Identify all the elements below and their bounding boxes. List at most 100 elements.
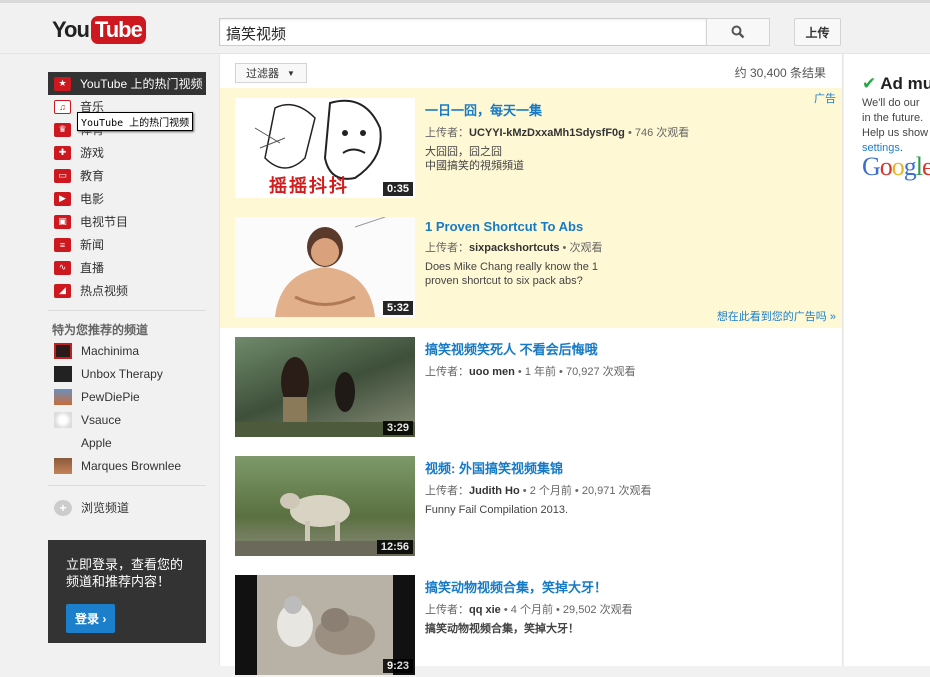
flame-icon: ◢ — [54, 283, 71, 298]
channel-avatar — [54, 342, 72, 359]
result-item[interactable]: 5:32 1 Proven Shortcut To Abs 上传者：sixpac… — [235, 217, 835, 319]
guide-item-tv[interactable]: ▣ 电视节目 — [48, 210, 206, 233]
channel-item-machinima[interactable]: Machinima — [48, 339, 206, 362]
video-thumbnail[interactable]: 9:23 — [235, 575, 415, 675]
result-count: 约 30,400 条结果 — [734, 66, 826, 80]
ad-text-line: in the future. — [862, 112, 924, 124]
guide-item-label: 电视节目 — [80, 215, 129, 229]
result-info: 一日一囧，每天一集 上传者：UCYYI-kMzDxxaMh1SdysfF0g •… — [425, 100, 835, 173]
guide-item-movies[interactable]: ▶ 电影 — [48, 187, 206, 210]
guide-item-education[interactable]: ▭ 教育 — [48, 164, 206, 187]
video-meta: 上传者：uoo men • 1 年前 • 70,927 次观看 — [425, 363, 835, 379]
guide-item-gaming[interactable]: ✚ 游戏 — [48, 141, 206, 164]
google-logo: Google — [862, 152, 930, 181]
video-stats: • 1 年前 • 70,927 次观看 — [517, 366, 636, 378]
logo-tube-text: Tube — [90, 16, 146, 44]
video-thumbnail[interactable]: 摇摇抖抖 0:35 — [235, 98, 415, 198]
uploader-prefix: 上传者： — [425, 366, 469, 378]
channel-label: Vsauce — [81, 412, 122, 427]
guide-sidebar: ★ YouTube 上的热门视频 ♫ 音乐 ♛ 体育 ✚ 游戏 ▭ 教育 ▶ 电… — [48, 72, 206, 519]
uploader-link[interactable]: sixpackshortcuts — [469, 242, 559, 254]
channel-item-pewdiepie[interactable]: PewDiePie — [48, 385, 206, 408]
youtube-popular-icon: ★ — [54, 76, 71, 91]
description-line: 中國搞笑的視頻頻道 — [425, 160, 524, 172]
headphones-icon: ♫ — [54, 99, 71, 114]
guide-divider — [48, 310, 206, 311]
channel-label: Apple — [81, 435, 112, 450]
uploader-link[interactable]: Judith Ho — [469, 485, 520, 497]
description-line: Does Mike Chang really know the 1 — [425, 261, 599, 273]
channel-item-marques-brownlee[interactable]: Marques Brownlee — [48, 454, 206, 477]
description-line: 大囧囧，囧之囧 — [425, 146, 502, 158]
youtube-logo[interactable]: You Tube — [52, 15, 146, 45]
signin-button[interactable]: 登录 › — [66, 604, 116, 633]
uploader-link[interactable]: uoo men — [469, 366, 515, 378]
ad-text-line: We'll do our — [862, 97, 920, 109]
result-info: 搞笑动物视频合集，笑掉大牙！ 上传者：qq xie • 4 个月前 • 29,5… — [425, 577, 835, 636]
uploader-link[interactable]: qq xie — [469, 604, 501, 616]
ad-text-line: Help us show — [862, 127, 929, 139]
video-duration: 0:35 — [382, 182, 413, 196]
video-title[interactable]: 搞笑视频笑死人 不看会后悔哦 — [425, 339, 835, 358]
guide-item-live[interactable]: ∿ 直播 — [48, 256, 206, 279]
guide-item-news[interactable]: ≡ 新闻 — [48, 233, 206, 256]
channel-item-unbox-therapy[interactable]: Unbox Therapy — [48, 362, 206, 385]
channel-avatar — [54, 457, 72, 474]
video-duration: 5:32 — [382, 301, 413, 315]
tv-icon: ▣ — [54, 214, 71, 229]
signin-text: 立即登录，查看您的频道和推荐内容！ — [66, 557, 184, 589]
search-input[interactable]: 搞笑视频 — [219, 18, 707, 46]
result-item[interactable]: 3:29 搞笑视频笑死人 不看会后悔哦 上传者：uoo men • 1 年前 •… — [235, 337, 835, 439]
result-item[interactable]: 摇摇抖抖 0:35 一日一囧，每天一集 上传者：UCYYI-kMzDxxaMh1… — [235, 98, 835, 200]
result-info: 搞笑视频笑死人 不看会后悔哦 上传者：uoo men • 1 年前 • 70,9… — [425, 339, 835, 384]
channel-label: PewDiePie — [81, 389, 140, 404]
video-title[interactable]: 视频: 外国搞笑视频集锦 — [425, 458, 835, 477]
channel-item-apple[interactable]: Apple — [48, 431, 206, 454]
guide-item-popular[interactable]: ★ YouTube 上的热门视频 — [48, 72, 206, 95]
recommended-heading: 特为您推荐的频道 — [52, 323, 149, 337]
apple-icon — [54, 435, 72, 451]
channel-avatar — [54, 365, 72, 382]
search-icon — [731, 25, 745, 39]
uploader-prefix: 上传者： — [425, 485, 469, 497]
video-description: 搞笑动物视频合集，笑掉大牙！ — [425, 622, 835, 636]
right-ad-column: ✔ Ad mu We'll do our in the future. Help … — [844, 54, 930, 666]
video-title[interactable]: 搞笑动物视频合集，笑掉大牙！ — [425, 577, 835, 596]
signin-promo: 立即登录，查看您的频道和推荐内容！ 登录 › — [48, 540, 206, 643]
filter-button[interactable]: 过滤器 ▼ — [235, 63, 307, 83]
guide-item-label: 电影 — [80, 192, 105, 206]
guide-item-trending[interactable]: ◢ 热点视频 — [48, 279, 206, 302]
search-button[interactable] — [706, 18, 770, 46]
video-meta: 上传者：Judith Ho • 2 个月前 • 20,971 次观看 — [425, 482, 835, 498]
ad-muted-heading: ✔ Ad mu — [862, 74, 930, 94]
description-line: Funny Fail Compilation 2013. — [425, 504, 569, 516]
newspaper-icon: ≡ — [54, 237, 71, 252]
channel-avatar — [54, 411, 72, 428]
upload-button[interactable]: 上传 — [794, 18, 841, 46]
channel-item-vsauce[interactable]: Vsauce — [48, 408, 206, 431]
trophy-icon: ♛ — [54, 122, 71, 137]
guide-item-label: 热点视频 — [80, 284, 129, 298]
book-icon: ▭ — [54, 168, 71, 183]
uploader-link[interactable]: UCYYI-kMzDxxaMh1SdysfF0g — [469, 127, 625, 139]
masthead: You Tube 搞笑视频 上传 — [0, 0, 930, 54]
video-thumbnail[interactable]: 5:32 — [235, 217, 415, 317]
video-description: Funny Fail Compilation 2013. — [425, 503, 835, 517]
film-icon: ▶ — [54, 191, 71, 206]
channel-label: Machinima — [81, 343, 140, 358]
search-results: 过滤器 ▼ 约 30,400 条结果 广告 想在此看到您的广告吗 » 摇摇抖抖 … — [219, 54, 843, 675]
uploader-prefix: 上传者： — [425, 604, 469, 616]
browse-channels-link[interactable]: + 浏览频道 — [48, 496, 206, 519]
video-thumbnail[interactable]: 3:29 — [235, 337, 415, 437]
video-duration: 3:29 — [382, 421, 413, 435]
video-title[interactable]: 1 Proven Shortcut To Abs — [425, 219, 835, 234]
result-item[interactable]: 9:23 搞笑动物视频合集，笑掉大牙！ 上传者：qq xie • 4 个月前 •… — [235, 575, 835, 677]
plus-icon: + — [54, 499, 72, 516]
caret-down-icon: ▼ — [287, 68, 295, 78]
video-title[interactable]: 一日一囧，每天一集 — [425, 100, 835, 119]
video-thumbnail[interactable]: 12:56 — [235, 456, 415, 556]
guide-item-label: 教育 — [80, 169, 105, 183]
description-line: 搞笑动物视频合集，笑掉大牙！ — [425, 623, 579, 635]
result-item[interactable]: 12:56 视频: 外国搞笑视频集锦 上传者：Judith Ho • 2 个月前… — [235, 456, 835, 558]
guide-item-label: 新闻 — [80, 238, 105, 252]
